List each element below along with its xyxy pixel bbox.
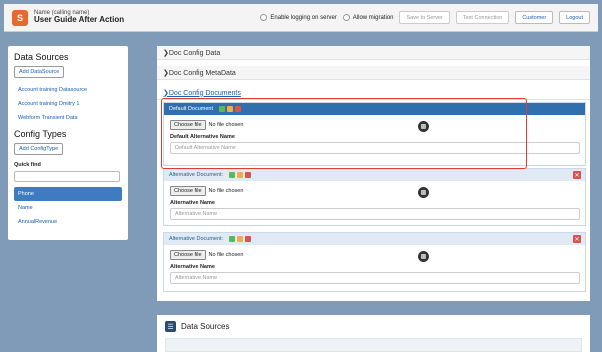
alternative-document-card: Alternative Document: ✕ Choose file No f…: [163, 168, 586, 226]
customer-button[interactable]: Customer: [515, 11, 554, 24]
card-header: Alternative Document:: [164, 169, 585, 181]
delete-icon[interactable]: ✕: [573, 235, 581, 243]
config-type-item-name[interactable]: Name: [14, 201, 122, 215]
radio-icon[interactable]: [260, 14, 268, 21]
config-types-heading: Config Types: [14, 129, 67, 139]
data-sources-table: [165, 338, 582, 352]
sidebar: Data Sources Add DataSource Account trai…: [8, 46, 128, 240]
app-title: User Guide After Action: [34, 15, 125, 25]
app-header: S Name (calling name) User Guide After A…: [4, 4, 598, 32]
app-logo-icon: S: [12, 9, 28, 26]
delete-icon[interactable]: ✕: [573, 171, 581, 179]
file-row: Choose file No file chosen: [170, 186, 585, 196]
add-icon[interactable]: [229, 236, 236, 242]
alt-name-label: Alternative Name: [170, 200, 215, 206]
alt-name-input[interactable]: Alternative Name: [170, 272, 580, 284]
save-icon[interactable]: ▩: [418, 187, 429, 198]
edit-icon[interactable]: [237, 236, 244, 242]
file-row: Choose file No file chosen: [170, 250, 585, 260]
allow-migration-label: Allow migration: [352, 14, 394, 21]
add-configtype-button[interactable]: Add ConfigType: [14, 143, 64, 155]
datasource-link[interactable]: Account training Datasource: [14, 83, 122, 97]
add-datasource-button[interactable]: Add DataSource: [14, 66, 65, 78]
highlight-box: [161, 98, 527, 169]
enable-logging-toggle[interactable]: Enable logging on server: [260, 14, 337, 21]
header-controls: Enable logging on server Allow migration…: [260, 11, 590, 24]
datasource-link[interactable]: Webform Transient Data: [14, 111, 122, 125]
allow-migration-toggle[interactable]: Allow migration: [342, 14, 394, 21]
test-connection-button[interactable]: Test Connection: [455, 11, 510, 24]
save-to-server-button[interactable]: Save to Server: [399, 11, 450, 24]
save-icon[interactable]: ▩: [418, 251, 429, 262]
choose-file-button[interactable]: Choose file: [170, 250, 206, 260]
data-sources-panel-label: Data Sources: [181, 322, 230, 331]
alt-name-input[interactable]: Alternative Name: [170, 208, 580, 220]
card-title: Alternative Document:: [169, 236, 224, 242]
section-doc-config-data[interactable]: ❯Doc Config Data: [157, 46, 590, 60]
alt-name-label: Alternative Name: [170, 264, 215, 270]
choose-file-button[interactable]: Choose file: [170, 186, 206, 196]
list-icon: ☰: [165, 321, 176, 332]
radio-icon[interactable]: [342, 14, 350, 21]
logout-button[interactable]: Logout: [559, 11, 590, 24]
remove-icon[interactable]: [245, 172, 252, 178]
alternative-document-card: Alternative Document: ✕ Choose file No f…: [163, 232, 586, 292]
datasource-link[interactable]: Account training Dmitry 1: [14, 97, 122, 111]
data-sources-heading: Data Sources: [14, 52, 69, 62]
config-type-item-phone[interactable]: Phone: [14, 187, 122, 201]
config-type-item-annualrevenue[interactable]: AnnualRevenue: [14, 215, 122, 229]
quick-find-label: Quick find: [14, 162, 41, 168]
file-status: No file chosen: [208, 188, 244, 194]
title-block: Name (calling name) User Guide After Act…: [34, 10, 124, 25]
quick-find-input[interactable]: [14, 171, 120, 182]
remove-icon[interactable]: [245, 236, 252, 242]
card-header: Alternative Document:: [164, 233, 585, 245]
section-doc-config-metadata[interactable]: ❯Doc Config MetaData: [157, 66, 590, 80]
add-icon[interactable]: [229, 172, 236, 178]
main-panel: ❯Doc Config Data ❯Doc Config MetaData ❯D…: [157, 46, 590, 301]
data-sources-panel-title: ☰ Data Sources: [165, 321, 582, 332]
card-title: Alternative Document:: [169, 172, 224, 178]
enable-logging-label: Enable logging on server: [270, 14, 337, 21]
data-sources-panel: ☰ Data Sources: [157, 315, 590, 352]
file-status: No file chosen: [208, 252, 244, 258]
edit-icon[interactable]: [237, 172, 244, 178]
